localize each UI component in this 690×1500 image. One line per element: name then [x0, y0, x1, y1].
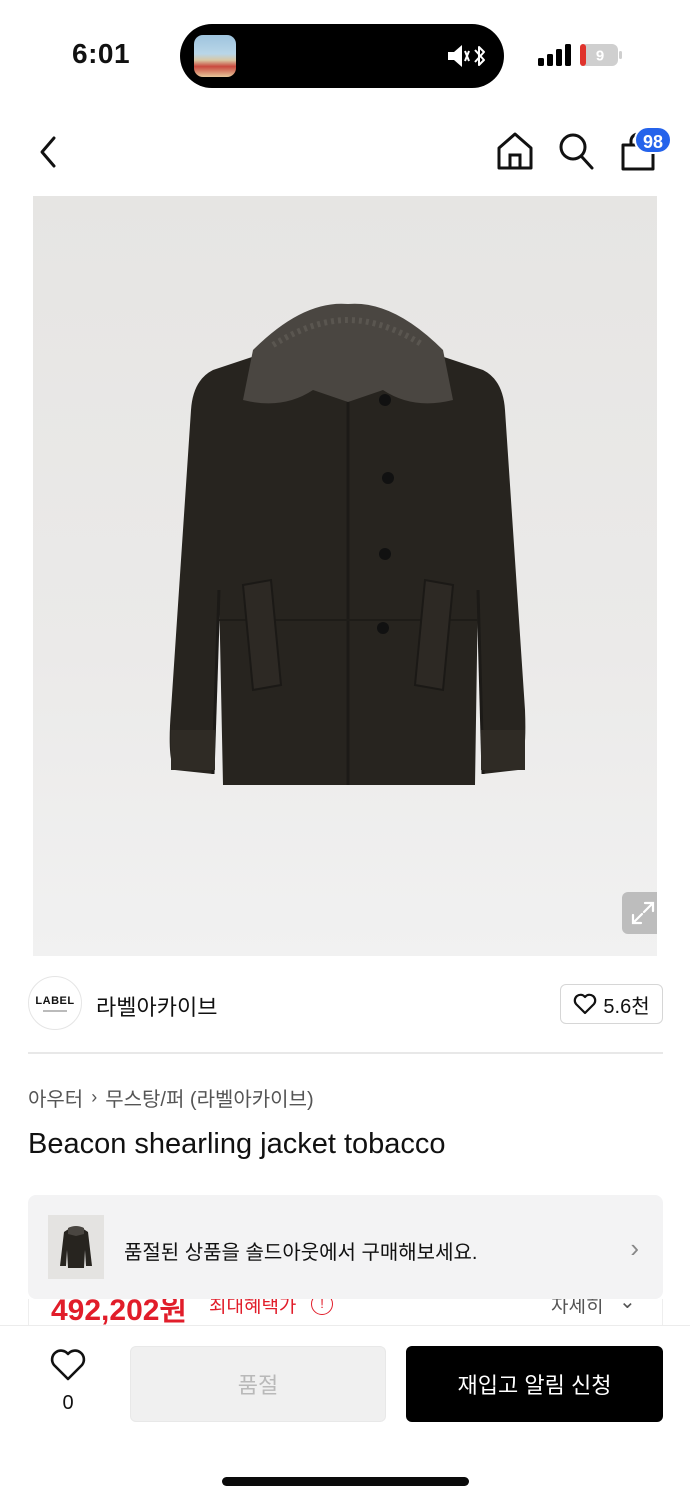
jacket-thumbnail-icon — [60, 1226, 92, 1268]
brand-logo[interactable]: LABEL — [28, 976, 82, 1030]
price-amount: 492,202원 — [51, 1299, 188, 1325]
dynamic-island[interactable] — [180, 24, 504, 88]
bottom-action-bar: 0 품절 재입고 알림 신청 — [0, 1325, 690, 1500]
speaker-icon — [448, 45, 470, 67]
bluetooth-icon — [474, 46, 485, 66]
soldout-product-thumbnail — [48, 1215, 104, 1279]
cart-count-badge[interactable]: 98 — [634, 126, 672, 154]
home-icon[interactable] — [494, 130, 536, 172]
info-icon[interactable]: ! — [311, 1299, 333, 1315]
breadcrumb-category[interactable]: 아우터 — [28, 1083, 83, 1112]
brand-logo-underline — [43, 1009, 67, 1012]
soldout-banner[interactable]: 품절된 상품을 솔드아웃에서 구매해보세요. › — [28, 1195, 663, 1299]
cellular-signal-icon — [538, 44, 571, 66]
chevron-down-icon[interactable]: ⌄ — [619, 1299, 636, 1314]
home-indicator[interactable] — [222, 1477, 469, 1486]
divider — [28, 1052, 663, 1054]
expand-image-button[interactable] — [622, 892, 657, 934]
brand-row[interactable]: LABEL 라벨아카이브 5.6천 — [0, 956, 690, 1054]
brand-like-count: 5.6천 — [603, 995, 650, 1018]
breadcrumb: 아우터 › 무스탕/퍼 (라벨아카이브) — [28, 1083, 314, 1112]
soldout-button: 품절 — [130, 1346, 386, 1422]
expand-icon — [631, 901, 655, 925]
brand-like-button[interactable]: 5.6천 — [560, 984, 663, 1024]
brand-name[interactable]: 라벨아카이브 — [96, 990, 217, 1022]
brand-logo-text: LABEL — [35, 994, 75, 1007]
chevron-right-icon: › — [630, 1233, 639, 1263]
jacket-illustration — [169, 303, 526, 785]
soldout-message: 품절된 상품을 솔드아웃에서 구매해보세요. — [124, 1242, 478, 1264]
price-detail-link[interactable]: 자세히 — [551, 1299, 603, 1318]
price-label: 최대혜택가 — [209, 1299, 297, 1317]
battery-icon: 9 — [580, 44, 622, 66]
wishlist-button[interactable] — [48, 1348, 88, 1387]
price-section: 492,202원 최대혜택가 ! 자세히 ⌄ — [28, 1299, 663, 1325]
back-icon[interactable] — [32, 132, 66, 172]
island-indicators — [446, 42, 488, 70]
breadcrumb-subcategory[interactable]: 무스탕/퍼 (라벨아카이브) — [105, 1083, 313, 1112]
wishlist-count: 0 — [62, 1392, 74, 1414]
product-image[interactable] — [33, 196, 657, 956]
search-icon[interactable] — [556, 130, 596, 172]
heart-icon — [574, 993, 597, 1015]
status-time: 6:01 — [72, 38, 131, 69]
restock-alert-button[interactable]: 재입고 알림 신청 — [406, 1346, 663, 1422]
battery-level: 9 — [596, 48, 604, 65]
top-navigation: 98 — [0, 110, 690, 196]
heart-icon — [50, 1349, 86, 1381]
chevron-right-icon: › — [91, 1087, 98, 1107]
now-playing-thumbnail[interactable] — [194, 35, 236, 77]
status-bar: 6:01 9 — [0, 0, 690, 110]
product-title: Beacon shearling jacket tobacco — [28, 1128, 446, 1160]
